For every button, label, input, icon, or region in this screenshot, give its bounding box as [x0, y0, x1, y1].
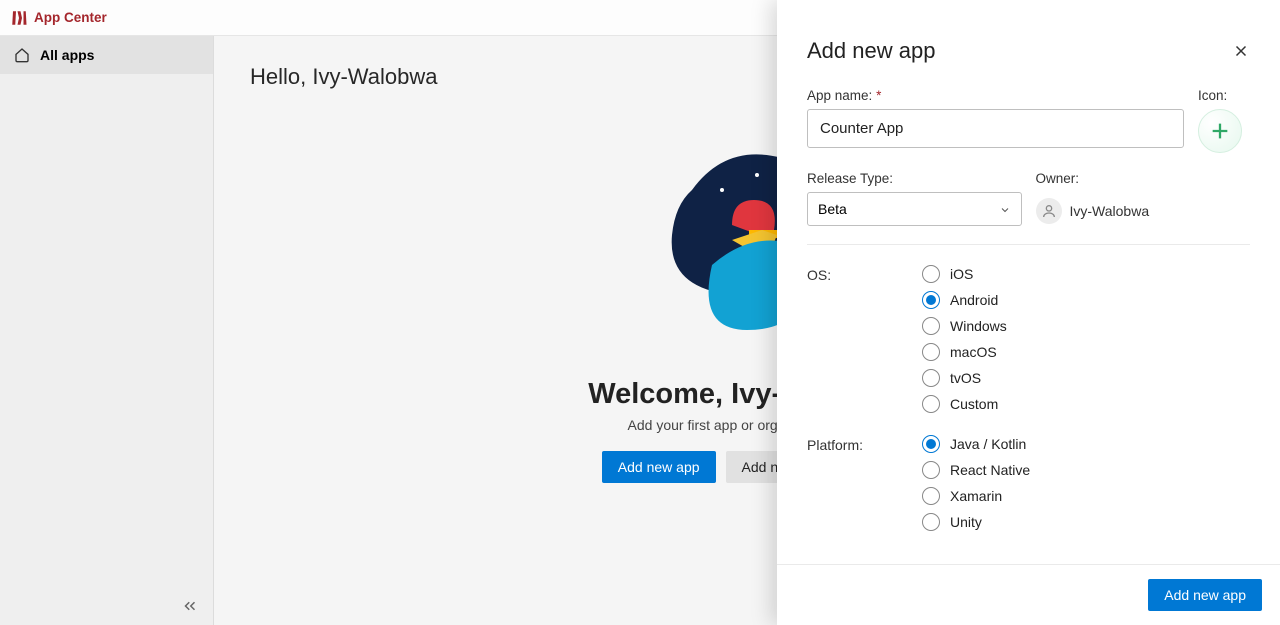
- brand[interactable]: App Center: [10, 9, 107, 27]
- os-option-windows[interactable]: Windows: [922, 317, 1250, 335]
- divider: [807, 244, 1250, 245]
- app-name-label: App name: *: [807, 88, 1184, 103]
- release-type-label: Release Type:: [807, 171, 1022, 186]
- required-asterisk: *: [876, 88, 881, 103]
- radio-icon: [922, 317, 940, 335]
- os-option-tvos[interactable]: tvOS: [922, 369, 1250, 387]
- radio-icon: [922, 343, 940, 361]
- brand-name: App Center: [34, 10, 107, 25]
- chevron-down-icon: [999, 203, 1011, 215]
- close-icon[interactable]: [1232, 42, 1250, 60]
- app-name-label-text: App name:: [807, 88, 872, 103]
- owner-name: Ivy-Walobwa: [1070, 203, 1150, 219]
- os-option-label: Windows: [950, 318, 1007, 334]
- platform-radio-list: Java / Kotlin React Native Xamarin Unity: [922, 435, 1250, 531]
- os-option-ios[interactable]: iOS: [922, 265, 1250, 283]
- release-type-value: Beta: [818, 201, 847, 217]
- owner-value: Ivy-Walobwa: [1036, 192, 1251, 224]
- platform-option-unity[interactable]: Unity: [922, 513, 1250, 531]
- radio-icon: [922, 461, 940, 479]
- submit-add-app-button[interactable]: Add new app: [1148, 579, 1262, 611]
- os-section: OS: iOS Android Windows macOS tvOS Custom: [807, 265, 1250, 413]
- platform-section: Platform: Java / Kotlin React Native Xamar…: [807, 435, 1250, 531]
- platform-option-label: React Native: [950, 462, 1030, 478]
- os-option-android[interactable]: Android: [922, 291, 1250, 309]
- home-icon: [14, 47, 30, 63]
- radio-icon: [922, 395, 940, 413]
- avatar-icon: [1036, 198, 1062, 224]
- release-type-select[interactable]: Beta: [807, 192, 1022, 226]
- appcenter-logo-icon: [10, 9, 28, 27]
- collapse-sidebar-icon[interactable]: [181, 597, 199, 615]
- add-new-app-button[interactable]: Add new app: [602, 451, 716, 483]
- icon-label: Icon:: [1198, 88, 1250, 103]
- platform-option-label: Xamarin: [950, 488, 1002, 504]
- os-option-label: tvOS: [950, 370, 981, 386]
- icon-picker[interactable]: [1198, 109, 1242, 153]
- platform-option-react-native[interactable]: React Native: [922, 461, 1250, 479]
- radio-icon: [922, 291, 940, 309]
- radio-icon: [922, 265, 940, 283]
- radio-icon: [922, 369, 940, 387]
- os-radio-list: iOS Android Windows macOS tvOS Custom: [922, 265, 1250, 413]
- add-app-panel: Add new app App name: * Icon:: [777, 0, 1280, 625]
- sidebar: All apps: [0, 36, 214, 625]
- radio-icon: [922, 435, 940, 453]
- platform-option-label: Unity: [950, 514, 982, 530]
- radio-icon: [922, 513, 940, 531]
- os-label: OS:: [807, 265, 922, 413]
- os-option-label: macOS: [950, 344, 997, 360]
- platform-option-label: Java / Kotlin: [950, 436, 1026, 452]
- platform-label: Platform:: [807, 435, 922, 531]
- os-option-label: Android: [950, 292, 998, 308]
- sidebar-item-label: All apps: [40, 47, 94, 63]
- platform-option-java-kotlin[interactable]: Java / Kotlin: [922, 435, 1250, 453]
- os-option-label: iOS: [950, 266, 973, 282]
- owner-label: Owner:: [1036, 171, 1251, 186]
- os-option-macos[interactable]: macOS: [922, 343, 1250, 361]
- plus-icon: [1209, 120, 1231, 142]
- sidebar-item-all-apps[interactable]: All apps: [0, 36, 213, 74]
- panel-title: Add new app: [807, 38, 935, 64]
- os-option-label: Custom: [950, 396, 998, 412]
- os-option-custom[interactable]: Custom: [922, 395, 1250, 413]
- platform-option-xamarin[interactable]: Xamarin: [922, 487, 1250, 505]
- app-name-input[interactable]: [807, 109, 1184, 148]
- radio-icon: [922, 487, 940, 505]
- panel-footer: Add new app: [777, 564, 1280, 625]
